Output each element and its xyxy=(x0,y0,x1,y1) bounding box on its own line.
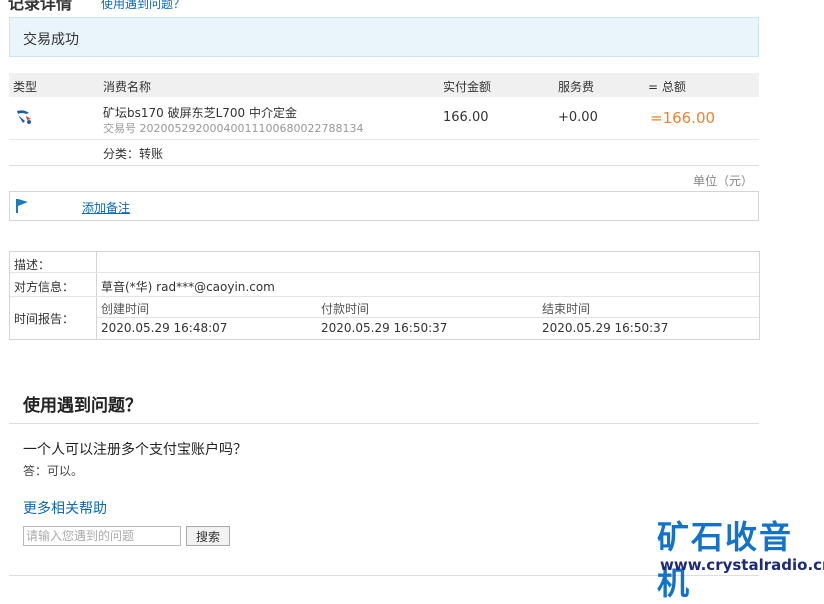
ended-header: 结束时间 xyxy=(542,302,591,316)
col-paid: 实付金额 xyxy=(443,80,492,94)
tx-category: 分类：转账 xyxy=(103,147,164,161)
divider xyxy=(9,423,759,424)
search-button[interactable]: 搜索 xyxy=(186,526,230,546)
add-note-link[interactable]: 添加备注 xyxy=(82,199,130,216)
divider xyxy=(9,575,759,576)
divider xyxy=(97,317,759,318)
faq-answer: 答：可以。 xyxy=(23,464,84,478)
col-type: 类型 xyxy=(13,80,38,94)
created-time: 2020.05.29 16:48:07 xyxy=(101,321,228,335)
unit-label: 单位（元） xyxy=(693,174,754,188)
time-label: 时间报告： xyxy=(14,312,75,326)
item-name: 矿坛bs170 破屏东芝L700 中介定金 xyxy=(103,106,297,120)
total-amount: =166.00 xyxy=(650,109,716,127)
ended-time: 2020.05.29 16:50:37 xyxy=(542,321,669,335)
table-row: 矿坛bs170 破屏东芝L700 中介定金 交易号 20200529200040… xyxy=(9,97,759,140)
table-header: 类型 消费名称 实付金额 服务费 = 总额 xyxy=(9,73,759,97)
help-link[interactable]: 使用遇到问题？ xyxy=(101,0,185,12)
divider xyxy=(9,165,759,166)
tx-number: 交易号 20200529200040011100680022788134 xyxy=(103,122,364,135)
status-bar: 交易成功 xyxy=(9,17,759,57)
flag-icon xyxy=(15,198,29,217)
party-value: 草音(*华) rad***@caoyin.com xyxy=(101,280,275,294)
paid-amount: 166.00 xyxy=(443,110,489,125)
paid-time: 2020.05.29 16:50:37 xyxy=(321,321,448,335)
help-title: 使用遇到问题？ xyxy=(23,396,142,416)
paid-header: 付款时间 xyxy=(321,302,370,316)
col-total: = 总额 xyxy=(648,80,686,94)
col-fee: 服务费 xyxy=(558,80,595,94)
divider xyxy=(10,296,759,297)
party-label: 对方信息： xyxy=(14,280,75,294)
more-help-link[interactable]: 更多相关帮助 xyxy=(23,498,107,518)
detail-table: 描述： 对方信息： 草音(*华) rad***@caoyin.com 时间报告：… xyxy=(9,251,760,340)
search-input[interactable] xyxy=(23,526,181,546)
faq-question[interactable]: 一个人可以注册多个支付宝账户吗？ xyxy=(23,439,247,459)
col-name: 消费名称 xyxy=(103,80,152,94)
watermark-url: www.crystalradio.cn xyxy=(660,556,824,574)
fee-amount: +0.00 xyxy=(558,110,598,125)
divider xyxy=(10,272,759,273)
transfer-icon xyxy=(14,107,34,130)
page-title: 记录详情 xyxy=(8,0,73,13)
created-header: 创建时间 xyxy=(101,302,150,316)
desc-label: 描述： xyxy=(14,258,51,272)
status-text: 交易成功 xyxy=(23,32,79,48)
